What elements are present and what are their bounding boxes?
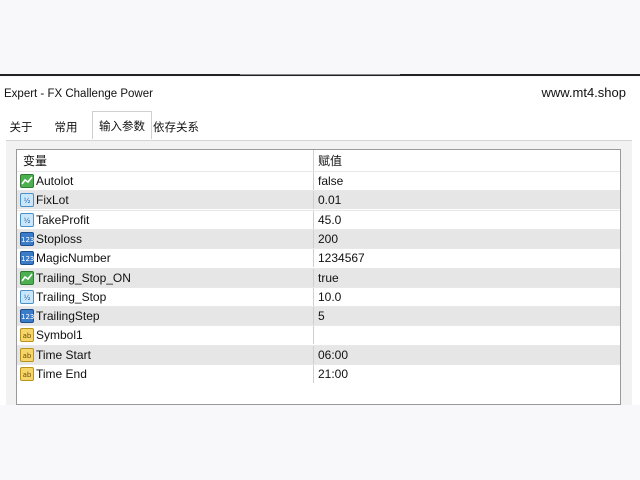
param-name: Time Start (36, 347, 91, 362)
tab-bar: 关于 常用 输入参数 依存关系 (0, 111, 640, 140)
param-name-cell: 123 MagicNumber (17, 249, 313, 267)
string-param-icon: ab (20, 367, 34, 381)
param-name: TrailingStep (36, 309, 100, 324)
string-param-icon: ab (20, 347, 34, 362)
param-name-cell: ½ FixLot (17, 191, 313, 209)
param-name: Stoploss (36, 231, 83, 246)
watermark-text: www.mt4.shop (541, 85, 626, 100)
param-value-cell[interactable]: 1234567 (313, 249, 620, 268)
table-row[interactable]: ½ Trailing_Stop 10.0 (17, 286, 620, 306)
table-row[interactable]: ab Symbol1 (17, 325, 620, 345)
param-value-cell[interactable]: true (313, 268, 620, 287)
param-name-cell: ab Time End (17, 365, 313, 383)
param-name-cell: ab Time Start (17, 346, 313, 364)
table-row[interactable]: ab Time End 21:00 (17, 364, 620, 383)
table-header: 变量 赋值 (17, 150, 620, 171)
double-param-icon: ½ (20, 212, 34, 227)
param-name: Trailing_Stop (36, 289, 107, 304)
param-value-cell[interactable]: 45.0 (313, 210, 620, 229)
inputs-tab-panel: 变量 赋值 Autolot false ½ FixLot 0.01 ½ TakeProfit… (6, 140, 632, 406)
table-row[interactable]: Autolot false (17, 171, 620, 190)
param-value-cell[interactable]: 21:00 (313, 365, 620, 383)
string-param-icon: ab (20, 328, 34, 343)
param-name-cell: 123 TrailingStep (17, 307, 313, 325)
param-value-cell[interactable]: false (313, 172, 620, 190)
param-name: MagicNumber (36, 251, 111, 266)
int-param-icon: 123 (20, 231, 34, 246)
header-variable[interactable]: 变量 (17, 150, 313, 171)
param-name: Trailing_Stop_ON (36, 270, 131, 285)
tab-dependencies[interactable]: 依存关系 (150, 114, 202, 138)
double-param-icon: ½ (20, 193, 34, 208)
param-value-cell[interactable]: 200 (313, 229, 620, 248)
param-value-cell[interactable]: 06:00 (313, 345, 620, 364)
table-row[interactable]: 123 MagicNumber 1234567 (17, 248, 620, 268)
param-name-cell: ½ Trailing_Stop (17, 288, 313, 306)
bool-param-icon (20, 174, 34, 188)
table-row[interactable]: 123 Stoploss 200 (17, 228, 620, 248)
param-value-cell[interactable] (313, 326, 620, 345)
tab-common[interactable]: 常用 (46, 114, 86, 138)
header-value[interactable]: 赋值 (313, 150, 620, 171)
top-blank-area (0, 0, 640, 74)
param-value-cell[interactable]: 10.0 (313, 287, 620, 306)
double-param-icon: ½ (20, 289, 34, 304)
table-row[interactable]: Trailing_Stop_ON true (17, 267, 620, 287)
window-top-border-highlight (240, 74, 400, 75)
table-row[interactable]: ½ FixLot 0.01 (17, 190, 620, 210)
param-value-cell[interactable]: 0.01 (313, 191, 620, 210)
int-param-icon: 123 (20, 251, 34, 266)
tab-inputs[interactable]: 输入参数 (92, 111, 152, 139)
int-param-icon: 123 (20, 309, 34, 324)
param-name-cell: Autolot (17, 172, 313, 190)
input-parameters-table: 变量 赋值 Autolot false ½ FixLot 0.01 ½ TakeProfit… (16, 149, 621, 405)
table-row[interactable]: 123 TrailingStep 5 (17, 306, 620, 326)
param-name: TakeProfit (36, 212, 90, 227)
param-value-cell[interactable]: 5 (313, 307, 620, 326)
param-name-cell: Trailing_Stop_ON (17, 269, 313, 287)
table-row[interactable]: ½ TakeProfit 45.0 (17, 209, 620, 229)
param-name-cell: ½ TakeProfit (17, 211, 313, 229)
table-row[interactable]: ab Time Start 06:00 (17, 344, 620, 364)
tab-about[interactable]: 关于 (2, 114, 40, 138)
bottom-blank-area (0, 405, 640, 480)
expert-properties-dialog: Expert - FX Challenge Power www.mt4.shop… (0, 77, 640, 406)
param-name: Symbol1 (36, 328, 83, 343)
param-name: Time End (36, 367, 87, 381)
bool-param-icon (20, 270, 34, 285)
param-name: Autolot (36, 174, 74, 188)
param-name-cell: ab Symbol1 (17, 326, 313, 344)
dialog-title: Expert - FX Challenge Power (4, 88, 153, 100)
param-name: FixLot (36, 193, 69, 208)
param-name-cell: 123 Stoploss (17, 230, 313, 248)
